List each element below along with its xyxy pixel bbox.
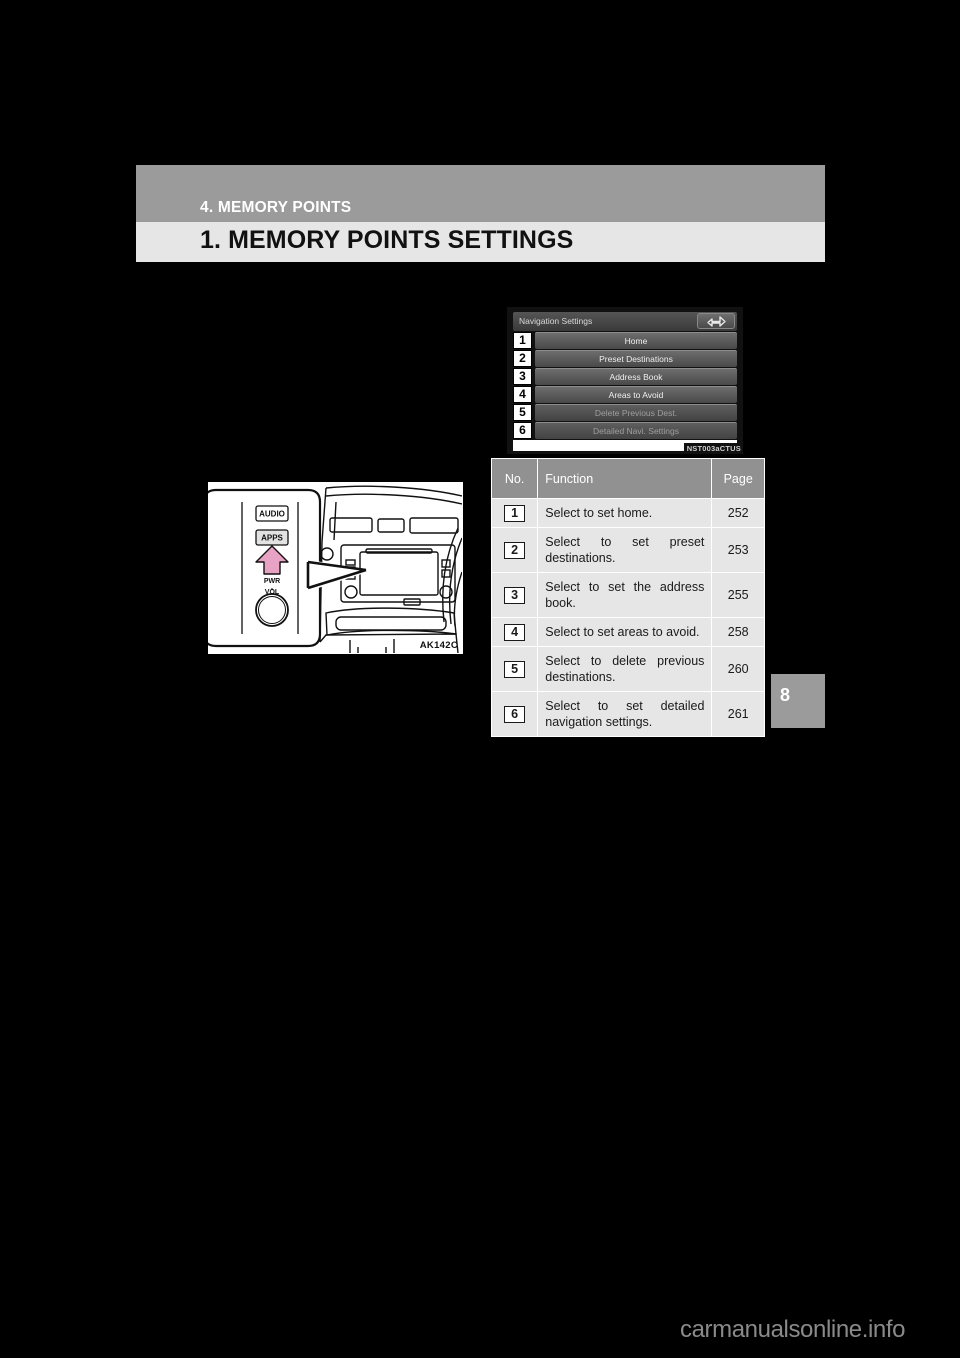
chapter-band: 4. MEMORY POINTS	[136, 165, 825, 222]
navigation-settings-screenshot: Navigation Settings 1 Home 2 Preset Dest…	[507, 307, 743, 454]
page-header: 4. MEMORY POINTS 1. MEMORY POINTS SETTIN…	[136, 165, 825, 262]
nav-item-address-book[interactable]: Address Book	[535, 368, 737, 385]
nav-item-number: 1	[513, 332, 532, 349]
nav-list-item[interactable]: 3 Address Book	[513, 368, 737, 385]
nav-item-home[interactable]: Home	[535, 332, 737, 349]
table-row: 2 Select to set preset destinations. 253	[490, 527, 765, 573]
site-watermark: carmanualsonline.info	[680, 1316, 906, 1343]
nav-item-number: 3	[513, 368, 532, 385]
vol-label: VOL	[265, 589, 280, 596]
table-cell-no: 2	[490, 527, 539, 573]
nav-list-item[interactable]: 5 Delete Previous Dest.	[513, 404, 737, 421]
nav-list-item[interactable]: 2 Preset Destinations	[513, 350, 737, 367]
nav-item-number: 4	[513, 386, 532, 403]
pwr-label: PWR	[264, 578, 280, 585]
table-cell-page: 252	[711, 498, 765, 528]
audio-button-label: AUDIO	[259, 510, 285, 519]
apps-button-label: APPS	[261, 534, 283, 543]
table-cell-function: Select to delete previous destinations.	[537, 646, 713, 692]
table-cell-function: Select to set detailed navigation settin…	[537, 691, 713, 737]
title-band: 1. MEMORY POINTS SETTINGS	[136, 222, 825, 262]
table-cell-function: Select to set preset destinations.	[537, 527, 713, 573]
table-cell-page: 255	[711, 572, 765, 618]
dashboard-caption: AK142C	[419, 640, 458, 651]
nav-screen-title: Navigation Settings	[519, 316, 593, 326]
nav-item-preset-destinations[interactable]: Preset Destinations	[535, 350, 737, 367]
function-table: No. Function Page 1 Select to set home. …	[490, 458, 765, 737]
table-cell-function: Select to set areas to avoid.	[537, 617, 713, 647]
chapter-tab-number: 8	[780, 685, 791, 705]
table-cell-page: 261	[711, 691, 765, 737]
table-cell-no: 5	[490, 646, 539, 692]
chapter-tab: 8	[771, 674, 825, 728]
row-number-badge: 4	[504, 623, 526, 641]
dashboard-illustration: AUDIO APPS PWR ^ VOL AK142C	[207, 481, 464, 655]
table-cell-function: Select to set the address book.	[537, 572, 713, 618]
chapter-label: 4. MEMORY POINTS	[200, 199, 352, 216]
row-number-badge: 3	[504, 586, 526, 604]
row-number-badge: 1	[504, 504, 526, 522]
nav-item-areas-to-avoid[interactable]: Areas to Avoid	[535, 386, 737, 403]
table-row: 5 Select to delete previous destinations…	[490, 646, 765, 692]
table-cell-page: 258	[711, 617, 765, 647]
table-cell-page: 253	[711, 527, 765, 573]
table-row: 6 Select to set detailed navigation sett…	[490, 691, 765, 737]
table-row: 3 Select to set the address book. 255	[490, 572, 765, 618]
dashboard-drawing: AUDIO APPS PWR ^ VOL	[208, 485, 462, 653]
table-cell-function: Select to set home.	[537, 498, 713, 528]
table-header-no: No.	[490, 458, 539, 499]
nav-item-delete-previous-dest[interactable]: Delete Previous Dest.	[535, 404, 737, 421]
nav-list-item[interactable]: 1 Home	[513, 332, 737, 349]
table-row: 1 Select to set home. 252	[490, 498, 765, 528]
nav-screen-titlebar: Navigation Settings	[513, 312, 737, 331]
row-number-badge: 6	[504, 705, 526, 723]
table-header-page: Page	[711, 458, 765, 499]
table-header-function: Function	[537, 458, 713, 499]
table-cell-no: 4	[490, 617, 539, 647]
table-cell-no: 1	[490, 498, 539, 528]
nav-item-number: 2	[513, 350, 532, 367]
nav-screen-caption: NST003aCTUS	[683, 443, 743, 454]
table-cell-no: 6	[490, 691, 539, 737]
row-number-badge: 2	[504, 541, 526, 559]
nav-item-detailed-navi-settings[interactable]: Detailed Navi. Settings	[535, 422, 737, 439]
table-cell-page: 260	[711, 646, 765, 692]
table-row: 4 Select to set areas to avoid. 258	[490, 617, 765, 647]
nav-list-item[interactable]: 4 Areas to Avoid	[513, 386, 737, 403]
table-header-row: No. Function Page	[490, 458, 765, 499]
nav-item-number: 5	[513, 404, 532, 421]
nav-list-item[interactable]: 6 Detailed Navi. Settings	[513, 422, 737, 439]
nav-item-number: 6	[513, 422, 532, 439]
row-number-badge: 5	[504, 660, 526, 678]
table-cell-no: 3	[490, 572, 539, 618]
back-arrow-glyph	[707, 316, 726, 327]
page-title: 1. MEMORY POINTS SETTINGS	[200, 226, 574, 254]
back-arrow-icon[interactable]	[697, 313, 735, 329]
